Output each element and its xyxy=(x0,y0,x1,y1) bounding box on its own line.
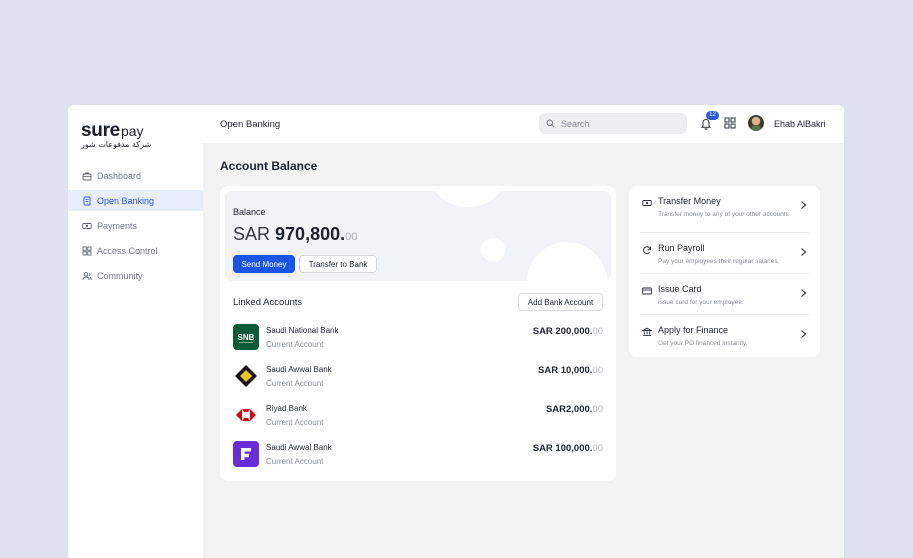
app-window: sure pay شركة مدفوعات شور Dashboard Open… xyxy=(68,105,844,558)
amount-integer: SAR 200,000. xyxy=(532,326,593,337)
balance-label: Balance xyxy=(233,207,266,217)
account-name: Saudi National Bank xyxy=(266,326,339,335)
account-amount: SAR 200,000.00 xyxy=(533,326,603,337)
action-title: Apply for Finance xyxy=(658,325,729,335)
action-description: Issue card for your employee. xyxy=(658,299,744,306)
action-description: Get your PO financed instantly. xyxy=(658,340,748,347)
avatar[interactable] xyxy=(748,115,764,131)
riyad-logo xyxy=(233,402,259,428)
list-item[interactable]: Riyad Bank Current Account SAR2,000.00 xyxy=(233,402,603,430)
account-type: Current Account xyxy=(266,340,324,349)
chevron-right-icon xyxy=(801,330,807,338)
linked-accounts-title: Linked Accounts xyxy=(233,297,303,308)
sidebar-item-label: Dashboard xyxy=(97,170,142,181)
action-description: Transfer money to any of your other acco… xyxy=(658,211,789,218)
search-placeholder: Search xyxy=(561,118,590,129)
top-bar: Open Banking Search 12 Ehab AlBakri xyxy=(203,105,844,143)
sidebar-item-dashboard[interactable]: Dashboard xyxy=(68,165,203,186)
bank-icon xyxy=(642,327,652,336)
list-item[interactable]: SNB Saudi National Bank Current Account … xyxy=(233,324,603,352)
briefcase-icon xyxy=(82,171,92,181)
sidebar-item-label: Payments xyxy=(97,220,138,231)
action-description: Pay your employees their regular salarie… xyxy=(658,258,780,265)
balance-amount: SAR 970,800.00 xyxy=(233,224,357,245)
action-title: Transfer Money xyxy=(658,196,721,206)
card-icon xyxy=(642,287,652,295)
balance-decimals: 00 xyxy=(345,231,358,243)
list-item[interactable]: Saudi Awwal Bank Current Account SAR 10,… xyxy=(233,363,603,391)
user-name[interactable]: Ehab AlBakri xyxy=(774,119,826,129)
apps-grid-icon[interactable] xyxy=(724,117,736,129)
decorative-circle xyxy=(527,242,607,281)
sidebar-item-open-banking[interactable]: Open Banking xyxy=(68,190,203,211)
amount-decimals: 00 xyxy=(592,326,603,337)
list-item[interactable]: Saudi Awwal Bank Current Account SAR 100… xyxy=(233,441,603,469)
account-amount: SAR2,000.00 xyxy=(546,404,603,415)
account-name: Riyad Bank xyxy=(266,404,307,413)
surepay-logo[interactable]: sure pay شركة مدفوعات شور xyxy=(81,120,191,152)
add-bank-account-button[interactable]: Add Bank Account xyxy=(518,293,603,311)
issue-card-action[interactable]: Issue Card Issue card for your employee. xyxy=(640,273,809,314)
run-payroll-action[interactable]: Run Payroll Pay your employees their reg… xyxy=(640,232,809,273)
sab-logo xyxy=(233,363,259,389)
apply-finance-action[interactable]: Apply for Finance Get your PO financed i… xyxy=(640,314,809,355)
sidebar-item-community[interactable]: Community xyxy=(68,265,203,286)
search-icon xyxy=(546,119,555,128)
account-type: Current Account xyxy=(266,379,324,388)
amount-decimals: 00 xyxy=(592,404,603,415)
account-balance-card: Balance SAR 970,800.00 Send Money Transf… xyxy=(220,186,616,481)
sidebar-item-label: Open Banking xyxy=(97,195,155,206)
chevron-right-icon xyxy=(801,248,807,256)
notification-badge: 12 xyxy=(706,111,719,120)
account-amount: SAR 10,000.00 xyxy=(538,365,603,376)
account-type: Current Account xyxy=(266,418,324,427)
sidebar-item-label: Access Control xyxy=(97,245,158,256)
document-icon xyxy=(82,196,92,206)
amount-integer: SAR2,000. xyxy=(545,404,593,415)
logo-suffix-text: pay xyxy=(120,123,144,139)
purple-f-logo xyxy=(233,441,259,467)
amount-decimals: 00 xyxy=(592,443,603,454)
snb-logo: SNB xyxy=(233,324,259,350)
account-name: Saudi Awwal Bank xyxy=(266,365,332,374)
page-title: Account Balance xyxy=(220,159,318,173)
account-amount: SAR 100,000.00 xyxy=(533,443,603,454)
logo-main-text: sure xyxy=(81,120,120,141)
logo-arabic-text: شركة مدفوعات شور xyxy=(81,140,152,149)
grid-icon xyxy=(82,246,92,256)
balance-panel: Balance SAR 970,800.00 Send Money Transf… xyxy=(225,191,611,281)
refresh-icon xyxy=(643,246,652,255)
sidebar-item-access-control[interactable]: Access Control xyxy=(68,240,203,261)
cash-icon xyxy=(642,200,652,206)
send-money-button[interactable]: Send Money xyxy=(233,255,295,273)
account-type: Current Account xyxy=(266,457,324,466)
sidebar-nav: Dashboard Open Banking Payments Access C… xyxy=(68,165,203,290)
svg-text:SNB: SNB xyxy=(238,333,255,342)
transfer-to-bank-button[interactable]: Transfer to Bank xyxy=(299,255,377,273)
cash-icon xyxy=(82,221,92,231)
balance-currency: SAR xyxy=(233,224,271,244)
action-title: Run Payroll xyxy=(658,243,705,253)
amount-decimals: 00 xyxy=(592,365,603,376)
decorative-circle xyxy=(432,191,504,207)
chevron-right-icon xyxy=(801,289,807,297)
amount-integer: SAR 10,000. xyxy=(538,365,593,376)
account-name: Saudi Awwal Bank xyxy=(266,443,332,452)
decorative-circle xyxy=(481,238,505,262)
sidebar: sure pay شركة مدفوعات شور Dashboard Open… xyxy=(68,105,203,558)
search-input[interactable]: Search xyxy=(539,113,687,134)
quick-actions-card: Transfer Money Transfer money to any of … xyxy=(629,186,820,357)
chevron-right-icon xyxy=(801,201,807,209)
sidebar-item-payments[interactable]: Payments xyxy=(68,215,203,236)
sidebar-item-label: Community xyxy=(97,270,143,281)
transfer-money-action[interactable]: Transfer Money Transfer money to any of … xyxy=(640,186,809,227)
users-icon xyxy=(82,271,92,281)
page-breadcrumb: Open Banking xyxy=(220,119,281,130)
action-title: Issue Card xyxy=(658,284,702,294)
amount-integer: SAR 100,000. xyxy=(532,443,593,454)
balance-integer: 970,800. xyxy=(275,224,346,244)
